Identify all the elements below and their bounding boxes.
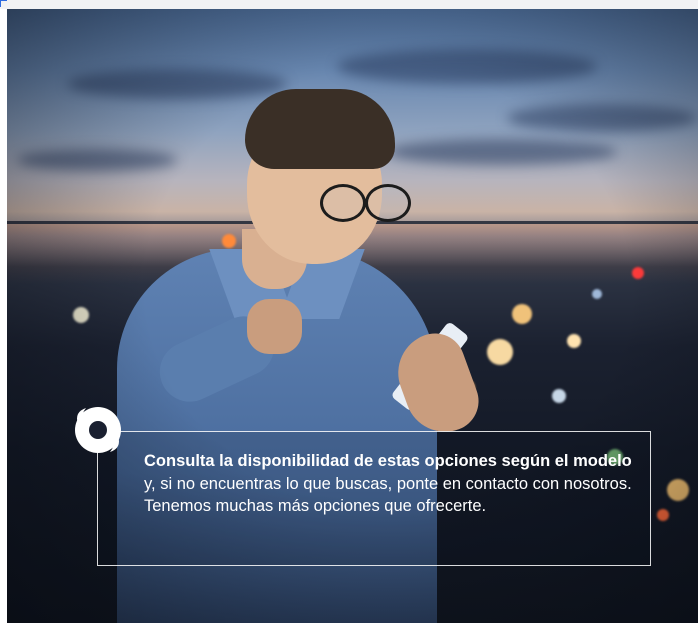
callout-bold-text: Consulta la disponibilidad de estas opci… [144,452,632,470]
selection-corner-marker [0,0,7,7]
callout-text: Consulta la disponibilidad de estas opci… [144,450,634,518]
circular-swirl-logo-icon [75,407,121,453]
top-strip [0,0,698,9]
callout-body-text: y, si no encuentras lo que buscas, ponte… [144,474,632,516]
